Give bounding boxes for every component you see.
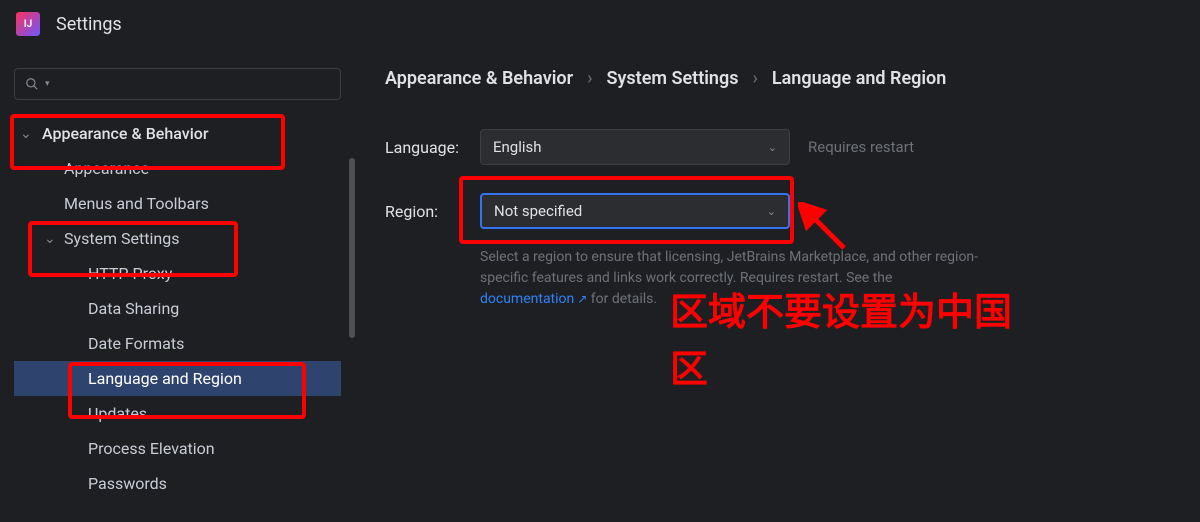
sidebar-item-passwords[interactable]: Passwords: [14, 466, 341, 501]
settings-tree: Appearance & Behavior Appearance Menus a…: [14, 116, 341, 501]
search-dropdown-icon: ▾: [45, 79, 50, 89]
breadcrumb-separator: ›: [587, 68, 592, 89]
region-label: Region:: [385, 202, 480, 221]
language-hint: Requires restart: [808, 138, 914, 156]
app-icon: IJ: [16, 12, 40, 36]
sidebar-item-appearance[interactable]: Appearance: [14, 151, 341, 186]
external-link-icon: ↗: [574, 292, 587, 306]
sidebar-item-data-sharing[interactable]: Data Sharing: [14, 291, 341, 326]
breadcrumb-part[interactable]: Appearance & Behavior: [385, 68, 573, 89]
chevron-down-icon: ⌄: [767, 205, 776, 218]
language-label: Language:: [385, 138, 480, 157]
window-title: Settings: [56, 14, 122, 35]
settings-main-panel: Appearance & Behavior › System Settings …: [355, 48, 1200, 522]
sidebar-item-date-formats[interactable]: Date Formats: [14, 326, 341, 361]
sidebar-item-http-proxy[interactable]: HTTP Proxy: [14, 256, 341, 291]
settings-sidebar: ▾ Appearance & Behavior Appearance Menus…: [0, 48, 355, 522]
sidebar-item-process-elevation[interactable]: Process Elevation: [14, 431, 341, 466]
region-select[interactable]: Not specified ⌄: [480, 193, 790, 229]
breadcrumb-part[interactable]: System Settings: [606, 68, 738, 89]
chevron-down-icon: ⌄: [768, 141, 777, 154]
search-icon: [25, 77, 39, 91]
sidebar-item-language-region[interactable]: Language and Region: [14, 361, 341, 396]
sidebar-scrollbar[interactable]: [349, 158, 355, 338]
documentation-link[interactable]: documentation: [480, 291, 574, 307]
sidebar-item-appearance-behavior[interactable]: Appearance & Behavior: [14, 116, 341, 151]
breadcrumb-separator: ›: [752, 68, 757, 89]
region-help-text: Select a region to ensure that licensing…: [480, 247, 980, 310]
sidebar-item-menus-toolbars[interactable]: Menus and Toolbars: [14, 186, 341, 221]
region-value: Not specified: [494, 202, 582, 220]
language-select[interactable]: English ⌄: [480, 129, 790, 165]
language-value: English: [493, 138, 542, 156]
sidebar-item-system-settings[interactable]: System Settings: [14, 221, 341, 256]
breadcrumb-part: Language and Region: [772, 68, 946, 89]
breadcrumb: Appearance & Behavior › System Settings …: [385, 68, 1170, 89]
search-input[interactable]: ▾: [14, 68, 341, 100]
sidebar-item-updates[interactable]: Updates: [14, 396, 341, 431]
